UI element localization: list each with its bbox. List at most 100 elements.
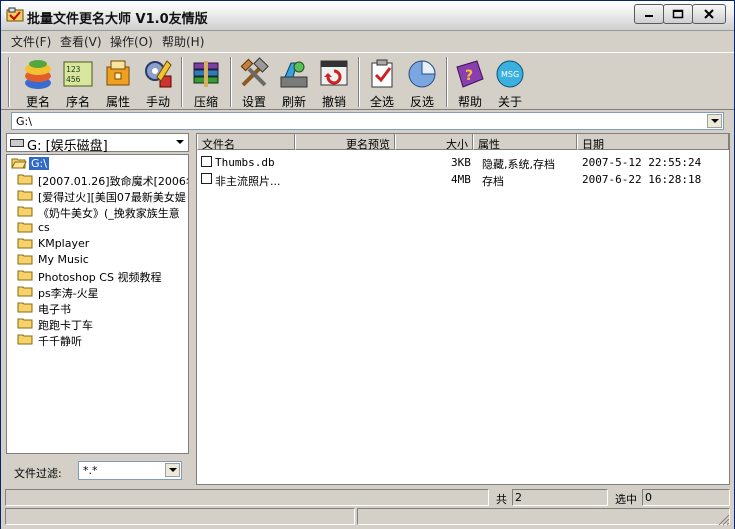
- title-bar[interactable]: 批量文件更名大师 V1.0友情版: [1, 1, 734, 31]
- folder-icon: [17, 318, 33, 329]
- menu-operate[interactable]: 操作(O): [110, 33, 153, 50]
- maximize-icon: [672, 9, 684, 19]
- sequence-button[interactable]: 123 456 序名: [57, 55, 99, 109]
- compress-button[interactable]: 压缩: [184, 55, 228, 109]
- window-title: 批量文件更名大师 V1.0友情版: [27, 12, 208, 27]
- filter-dropdown-button[interactable]: [165, 463, 180, 477]
- about-label: 关于: [497, 95, 522, 109]
- path-combobox[interactable]: G:\: [11, 112, 724, 130]
- column-header-date[interactable]: 日期: [577, 134, 729, 151]
- undo-button[interactable]: 撤销: [313, 55, 355, 109]
- folder-tree[interactable]: G:\ [2007.01.26]致命魔术[2006年E [爱得过火][美国07最…: [6, 154, 189, 454]
- cell-size: 4MB: [451, 173, 471, 186]
- compress-label: 压缩: [193, 95, 218, 109]
- folder-icon: [17, 334, 33, 345]
- folder-icon: [17, 302, 33, 313]
- settings-button[interactable]: 设置: [233, 55, 275, 109]
- tree-item[interactable]: 《奶牛美女》(_挽救家族生意: [9, 203, 188, 220]
- column-header-attributes[interactable]: 属性: [473, 134, 577, 151]
- tree-item[interactable]: [2007.01.26]致命魔术[2006年E: [9, 171, 188, 188]
- table-row[interactable]: 非主流照片... 4MB 存档 2007-6-22 16:28:18: [197, 170, 729, 188]
- rename-icon: [25, 60, 51, 89]
- cell-filename: Thumbs.db: [215, 156, 275, 169]
- maximize-button[interactable]: [663, 4, 693, 24]
- status-bar: 共 2 选中 0: [1, 487, 734, 529]
- tree-item[interactable]: KMplayer: [9, 235, 188, 251]
- column-header-filename[interactable]: 文件名: [197, 134, 295, 151]
- settings-icon: [240, 57, 269, 87]
- cell-size: 3KB: [451, 156, 471, 169]
- menu-bar: 文件(F) 查看(V) 操作(O) 帮助(H): [1, 31, 734, 51]
- sequence-icon: 123 456: [63, 61, 93, 87]
- status-total-value: 2: [515, 491, 522, 504]
- manual-icon: [145, 60, 172, 88]
- properties-icon: [106, 60, 130, 86]
- svg-text:123: 123: [66, 65, 81, 74]
- drive-icon: [10, 139, 24, 147]
- undo-label: 撤销: [321, 95, 346, 109]
- properties-button[interactable]: 属性: [97, 55, 139, 109]
- minimize-icon: [645, 15, 653, 17]
- select-all-label: 全选: [369, 95, 394, 109]
- tree-item[interactable]: [爱得过火][美国07最新美女媞: [9, 187, 188, 204]
- status-total-field: 2: [512, 489, 608, 506]
- refresh-icon: [280, 61, 308, 88]
- path-dropdown-button[interactable]: [707, 114, 722, 128]
- tree-item-label: cs: [38, 221, 50, 234]
- select-all-button[interactable]: 全选: [361, 55, 403, 109]
- toolbar-separator: [181, 57, 183, 107]
- invert-selection-icon: [408, 60, 436, 88]
- cell-filename: 非主流照片...: [215, 175, 281, 188]
- folder-icon: [17, 238, 33, 249]
- menu-file[interactable]: 文件(F): [11, 33, 51, 50]
- sequence-label: 序名: [65, 95, 90, 109]
- tree-item[interactable]: 电子书: [9, 299, 188, 316]
- column-header-size[interactable]: 大小: [395, 134, 473, 151]
- compress-icon: [193, 61, 219, 87]
- menu-view[interactable]: 查看(V): [60, 33, 102, 50]
- list-header: 文件名 更名预览 大小 属性 日期: [197, 134, 729, 151]
- close-button[interactable]: [692, 4, 726, 24]
- drive-dropdown-button[interactable]: [172, 135, 187, 149]
- file-list[interactable]: 文件名 更名预览 大小 属性 日期 Thumbs.db 3KB 隐藏,系统,存档…: [196, 133, 730, 485]
- status-field-main: [5, 489, 489, 506]
- status-selected-label: 选中: [615, 493, 637, 506]
- row-checkbox[interactable]: [201, 156, 212, 167]
- folder-icon: [17, 270, 33, 281]
- app-icon: [6, 7, 24, 22]
- rename-label: 更名: [25, 95, 50, 109]
- menu-help[interactable]: 帮助(H): [162, 33, 204, 50]
- refresh-button[interactable]: 刷新: [273, 55, 315, 109]
- main-window: 批量文件更名大师 V1.0友情版 文件(F) 查看(V) 操作(O) 帮助(H)…: [0, 0, 735, 529]
- tree-item[interactable]: 跑跑卡丁车: [9, 315, 188, 332]
- minimize-button[interactable]: [634, 4, 664, 24]
- svg-text:MSG: MSG: [501, 70, 519, 79]
- column-header-preview[interactable]: 更名预览: [295, 134, 395, 151]
- chevron-down-icon: [168, 468, 177, 472]
- folder-icon: [17, 174, 33, 185]
- invert-selection-button[interactable]: 反选: [401, 55, 443, 109]
- tree-item[interactable]: ps李涛-火星: [9, 283, 188, 300]
- settings-label: 设置: [241, 95, 266, 109]
- row-checkbox[interactable]: [201, 173, 212, 184]
- about-button[interactable]: MSG 关于: [489, 55, 531, 109]
- select-all-icon: [371, 59, 393, 88]
- resize-grip-icon[interactable]: [718, 514, 730, 526]
- tree-item[interactable]: cs: [9, 219, 188, 235]
- folder-icon: [17, 206, 33, 217]
- tree-root[interactable]: G:\: [9, 155, 188, 171]
- tree-item[interactable]: Photoshop CS 视频教程: [9, 267, 188, 284]
- rename-button[interactable]: 更名: [17, 55, 59, 109]
- table-row[interactable]: Thumbs.db 3KB 隐藏,系统,存档 2007-5-12 22:55:2…: [197, 153, 729, 171]
- tree-item[interactable]: My Music: [9, 251, 188, 267]
- status-selected-value: 0: [645, 491, 652, 504]
- filter-combobox[interactable]: *.*: [78, 461, 182, 480]
- drive-combobox[interactable]: G: [娱乐磁盘]: [6, 133, 189, 154]
- properties-label: 属性: [105, 95, 130, 109]
- invert-selection-label: 反选: [409, 95, 434, 109]
- help-icon: ?: [456, 60, 484, 88]
- tree-item[interactable]: 千千静听: [9, 331, 188, 348]
- manual-button[interactable]: 手动: [137, 55, 179, 109]
- chevron-down-icon: [175, 140, 184, 144]
- help-button[interactable]: ? 帮助: [449, 55, 491, 109]
